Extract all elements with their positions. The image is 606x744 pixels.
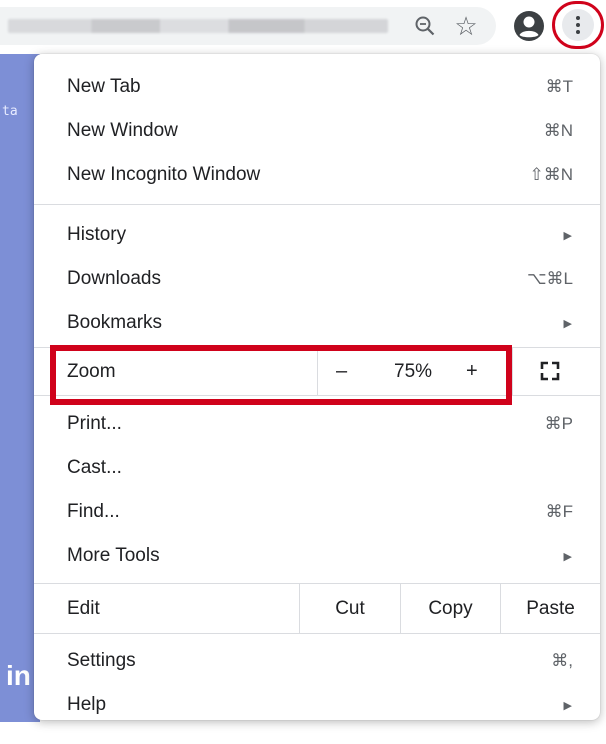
menu-item-shortcut: ⇧⌘N	[529, 165, 573, 184]
menu-item-label: Downloads	[67, 268, 161, 289]
menu-item-label: Bookmarks	[67, 312, 163, 333]
chrome-menu: New Tab ⌘T New Window ⌘N New Incognito W…	[34, 54, 600, 720]
star-icon[interactable]: ☆	[450, 10, 482, 42]
zoom-label: Zoom	[67, 360, 116, 382]
submenu-arrow-icon: ▶	[563, 229, 572, 242]
zoom-out-button[interactable]: –	[336, 360, 347, 383]
menu-item-label: New Tab	[67, 76, 141, 97]
menu-separator	[34, 633, 600, 634]
paste-button[interactable]: Paste	[500, 584, 600, 633]
menu-item-settings[interactable]: Settings ⌘,	[34, 639, 600, 683]
menu-item-shortcut: ⌥⌘L	[526, 269, 573, 288]
zoom-divider	[317, 348, 318, 395]
menu-item-new-incognito-window[interactable]: New Incognito Window ⇧⌘N	[34, 153, 600, 197]
menu-item-print[interactable]: Print... ⌘P	[34, 402, 600, 446]
menu-item-new-window[interactable]: New Window ⌘N	[34, 109, 600, 153]
menu-item-history[interactable]: History ▶	[34, 213, 600, 257]
menu-item-new-tab[interactable]: New Tab ⌘T	[34, 65, 600, 109]
menu-item-label: Help	[67, 694, 107, 715]
menu-item-shortcut: ⌘P	[544, 414, 573, 433]
fullscreen-icon[interactable]	[540, 361, 560, 381]
menu-item-shortcut: ⌘T	[545, 77, 573, 96]
page-side-text-bottom: in	[6, 660, 31, 691]
menu-item-label: Settings	[67, 650, 136, 671]
cut-button[interactable]: Cut	[299, 584, 400, 633]
menu-item-label: New Window	[67, 120, 178, 141]
menu-item-cast[interactable]: Cast...	[34, 446, 600, 490]
copy-button[interactable]: Copy	[400, 584, 500, 633]
submenu-arrow-icon: ▶	[563, 550, 572, 563]
menu-item-shortcut: ⌘,	[551, 651, 573, 670]
menu-item-label: New Incognito Window	[67, 164, 261, 185]
menu-item-label: More Tools	[67, 545, 160, 566]
menu-item-shortcut: ⌘F	[545, 502, 573, 521]
menu-item-more-tools[interactable]: More Tools ▶	[34, 534, 600, 578]
page-side-text: ta	[2, 104, 18, 119]
menu-separator	[34, 204, 600, 205]
menu-item-label: Cast...	[67, 457, 122, 478]
menu-item-downloads[interactable]: Downloads ⌥⌘L	[34, 257, 600, 301]
more-menu-icon[interactable]	[562, 9, 594, 41]
menu-item-zoom: Zoom – 75% +	[34, 348, 600, 395]
menu-item-label: History	[67, 224, 127, 245]
profile-icon[interactable]	[513, 10, 545, 42]
menu-item-label: Find...	[67, 501, 120, 522]
zoom-lens-icon[interactable]	[409, 10, 441, 42]
zoom-divider	[512, 348, 513, 395]
menu-item-help[interactable]: Help ▶	[34, 683, 600, 720]
blurred-url	[8, 19, 388, 33]
menu-item-shortcut: ⌘N	[543, 121, 573, 140]
more-menu-highlight	[552, 1, 604, 49]
zoom-in-button[interactable]: +	[466, 360, 478, 383]
menu-item-label: Print...	[67, 413, 122, 434]
submenu-arrow-icon: ▶	[563, 317, 572, 330]
edit-label: Edit	[67, 597, 100, 619]
menu-item-find[interactable]: Find... ⌘F	[34, 490, 600, 534]
menu-separator	[34, 395, 600, 396]
zoom-level-value: 75%	[394, 360, 433, 382]
submenu-arrow-icon: ▶	[563, 699, 572, 712]
browser-toolbar: ☆	[0, 0, 606, 52]
menu-item-bookmarks[interactable]: Bookmarks ▶	[34, 301, 600, 345]
menu-item-edit: Edit Cut Copy Paste	[34, 584, 600, 633]
